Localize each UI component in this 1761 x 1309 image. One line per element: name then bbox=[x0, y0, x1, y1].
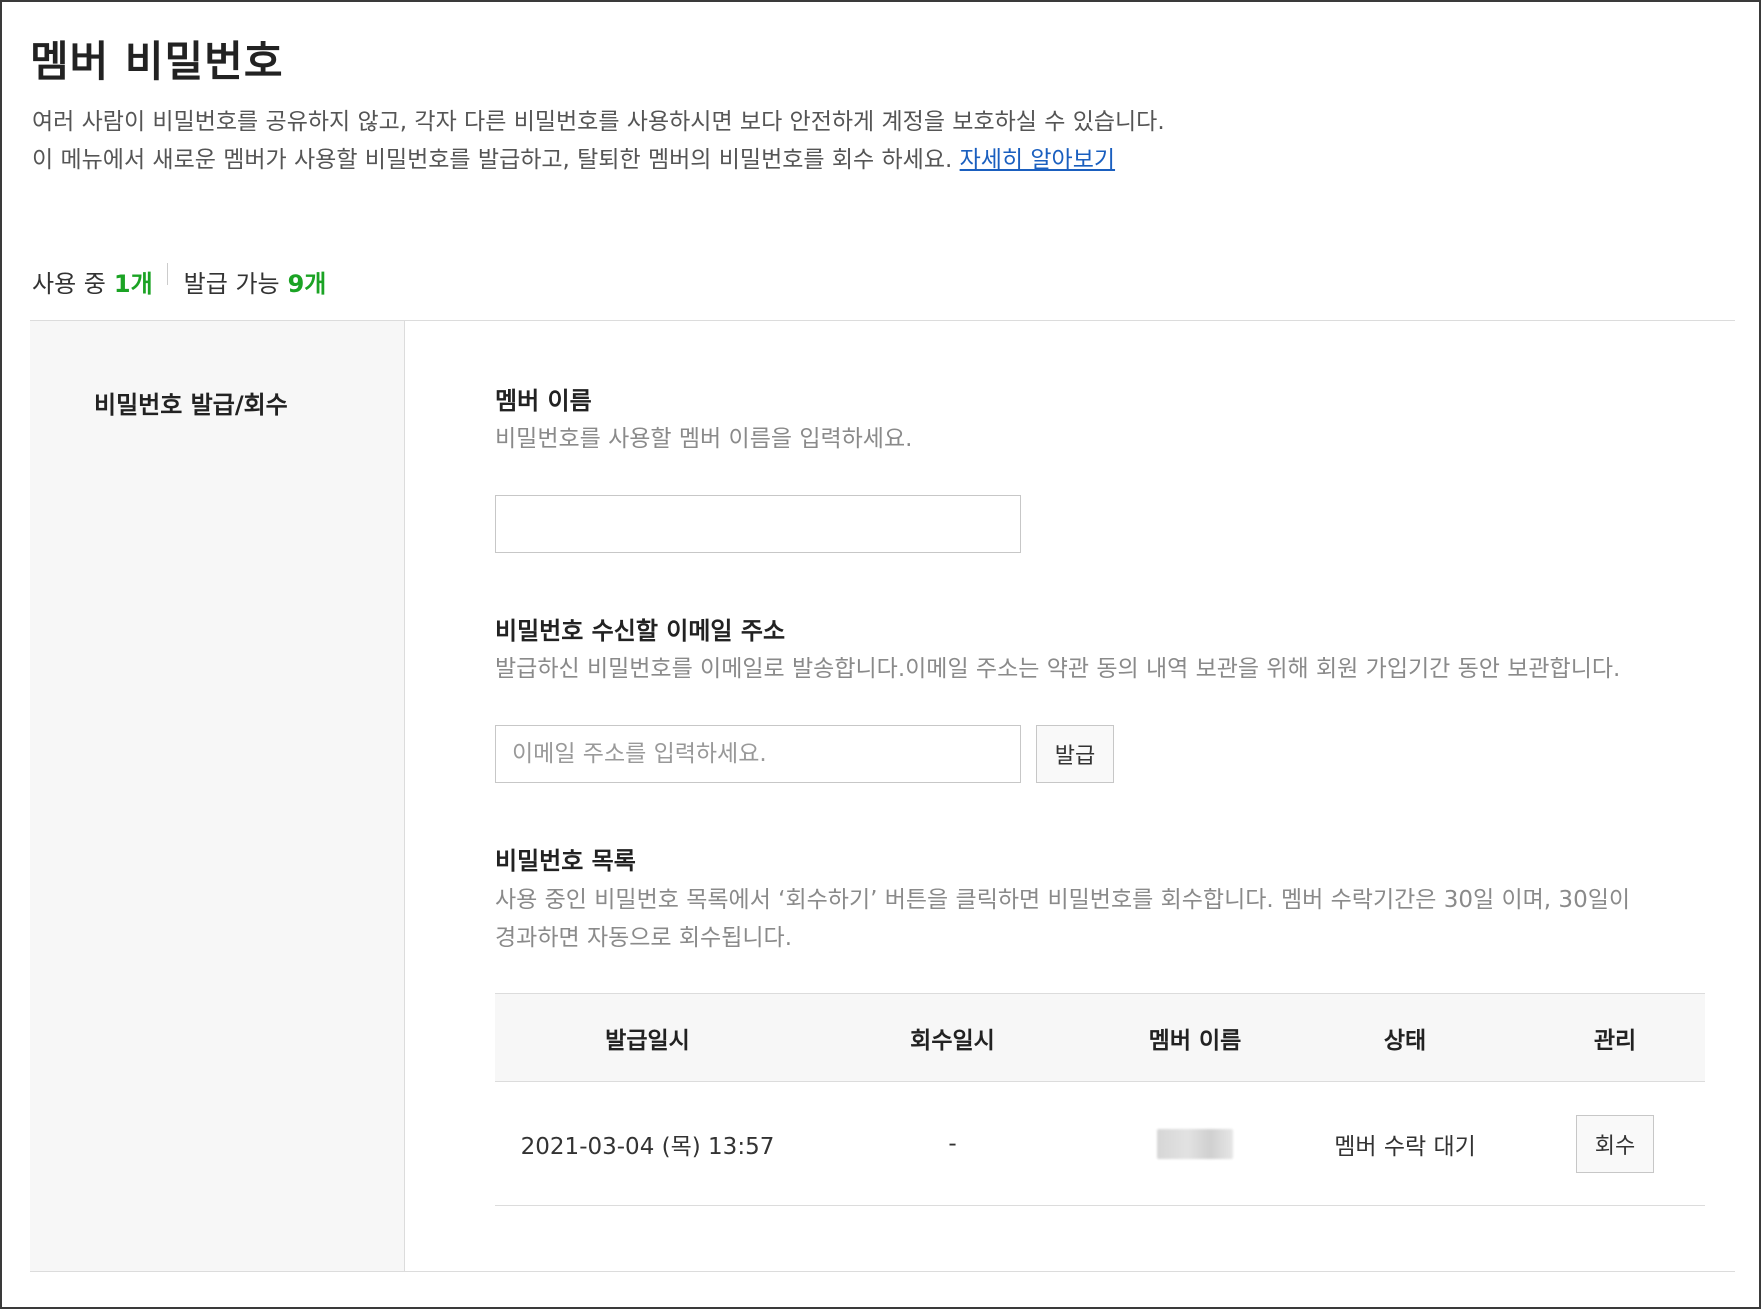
app-frame: 멤버 비밀번호 여러 사람이 비밀번호를 공유하지 않고, 각자 다른 비밀번호… bbox=[0, 0, 1761, 1309]
col-revoked-at: 회수일시 bbox=[910, 1027, 995, 1054]
redacted-member-name bbox=[1157, 1128, 1233, 1159]
page-description-line1: 여러 사람이 비밀번호를 공유하지 않고, 각자 다른 비밀번호를 사용하시면 … bbox=[32, 109, 1165, 135]
panel-side-title: 비밀번호 발급/회수 bbox=[94, 391, 288, 419]
col-status: 상태 bbox=[1383, 1027, 1427, 1054]
cell-member-name bbox=[1105, 1128, 1285, 1159]
member-name-title: 멤버 이름 bbox=[495, 387, 592, 415]
panel-sidebar: 비밀번호 발급/회수 bbox=[30, 321, 405, 1271]
issue-button[interactable]: 발급 bbox=[1036, 725, 1114, 783]
table-row: 2021-03-04 (목) 13:57 - 멤버 수락 대기 회수 bbox=[495, 1082, 1705, 1206]
available-count: 9개 bbox=[287, 270, 327, 298]
member-name-help: 비밀번호를 사용할 멤버 이름을 입력하세요. bbox=[495, 426, 913, 452]
password-list-help-line2: 경과하면 자동으로 회수됩니다. bbox=[495, 925, 793, 951]
cell-revoked-at: - bbox=[948, 1130, 957, 1157]
password-list-title: 비밀번호 목록 bbox=[495, 847, 636, 875]
in-use-label: 사용 중 bbox=[32, 270, 106, 298]
col-issued-at: 발급일시 bbox=[605, 1027, 690, 1054]
cell-manage: 회수 bbox=[1525, 1114, 1705, 1173]
password-list-help-line1: 사용 중인 비밀번호 목록에서 ‘회수하기’ 버튼을 클릭하면 비밀번호를 회수… bbox=[495, 887, 1631, 913]
col-member-name: 멤버 이름 bbox=[1148, 1027, 1242, 1054]
panel-main: 멤버 이름 비밀번호를 사용할 멤버 이름을 입력하세요. 비밀번호 수신할 이… bbox=[406, 321, 1735, 1271]
page-title: 멤버 비밀번호 bbox=[30, 37, 284, 86]
col-manage: 관리 bbox=[1593, 1027, 1637, 1054]
member-name-input[interactable] bbox=[495, 495, 1021, 553]
page-description-text: 이 메뉴에서 새로운 멤버가 사용할 비밀번호를 발급하고, 탈퇴한 멤버의 비… bbox=[32, 147, 953, 173]
summary-divider bbox=[166, 262, 168, 285]
learn-more-link[interactable]: 자세히 알아보기 bbox=[960, 147, 1115, 173]
password-panel: 비밀번호 발급/회수 멤버 이름 비밀번호를 사용할 멤버 이름을 입력하세요.… bbox=[30, 320, 1735, 1272]
page-description-line2: 이 메뉴에서 새로운 멤버가 사용할 비밀번호를 발급하고, 탈퇴한 멤버의 비… bbox=[32, 140, 1115, 174]
cell-status: 멤버 수락 대기 bbox=[1334, 1133, 1476, 1160]
in-use-count: 1개 bbox=[113, 270, 153, 298]
password-table: 발급일시 회수일시 멤버 이름 상태 관리 2021-03-04 (목) 13:… bbox=[495, 993, 1705, 1206]
email-help: 발급하신 비밀번호를 이메일로 발송합니다.이메일 주소는 약관 동의 내역 보… bbox=[495, 656, 1621, 682]
cell-issued-at: 2021-03-04 (목) 13:57 bbox=[520, 1133, 775, 1160]
usage-summary: 사용 중 1개 발급 가능 9개 bbox=[32, 262, 327, 299]
email-title: 비밀번호 수신할 이메일 주소 bbox=[495, 617, 786, 645]
table-header: 발급일시 회수일시 멤버 이름 상태 관리 bbox=[495, 994, 1705, 1082]
email-input[interactable] bbox=[495, 725, 1021, 783]
available-label: 발급 가능 bbox=[183, 270, 280, 298]
revoke-button[interactable]: 회수 bbox=[1576, 1114, 1654, 1173]
